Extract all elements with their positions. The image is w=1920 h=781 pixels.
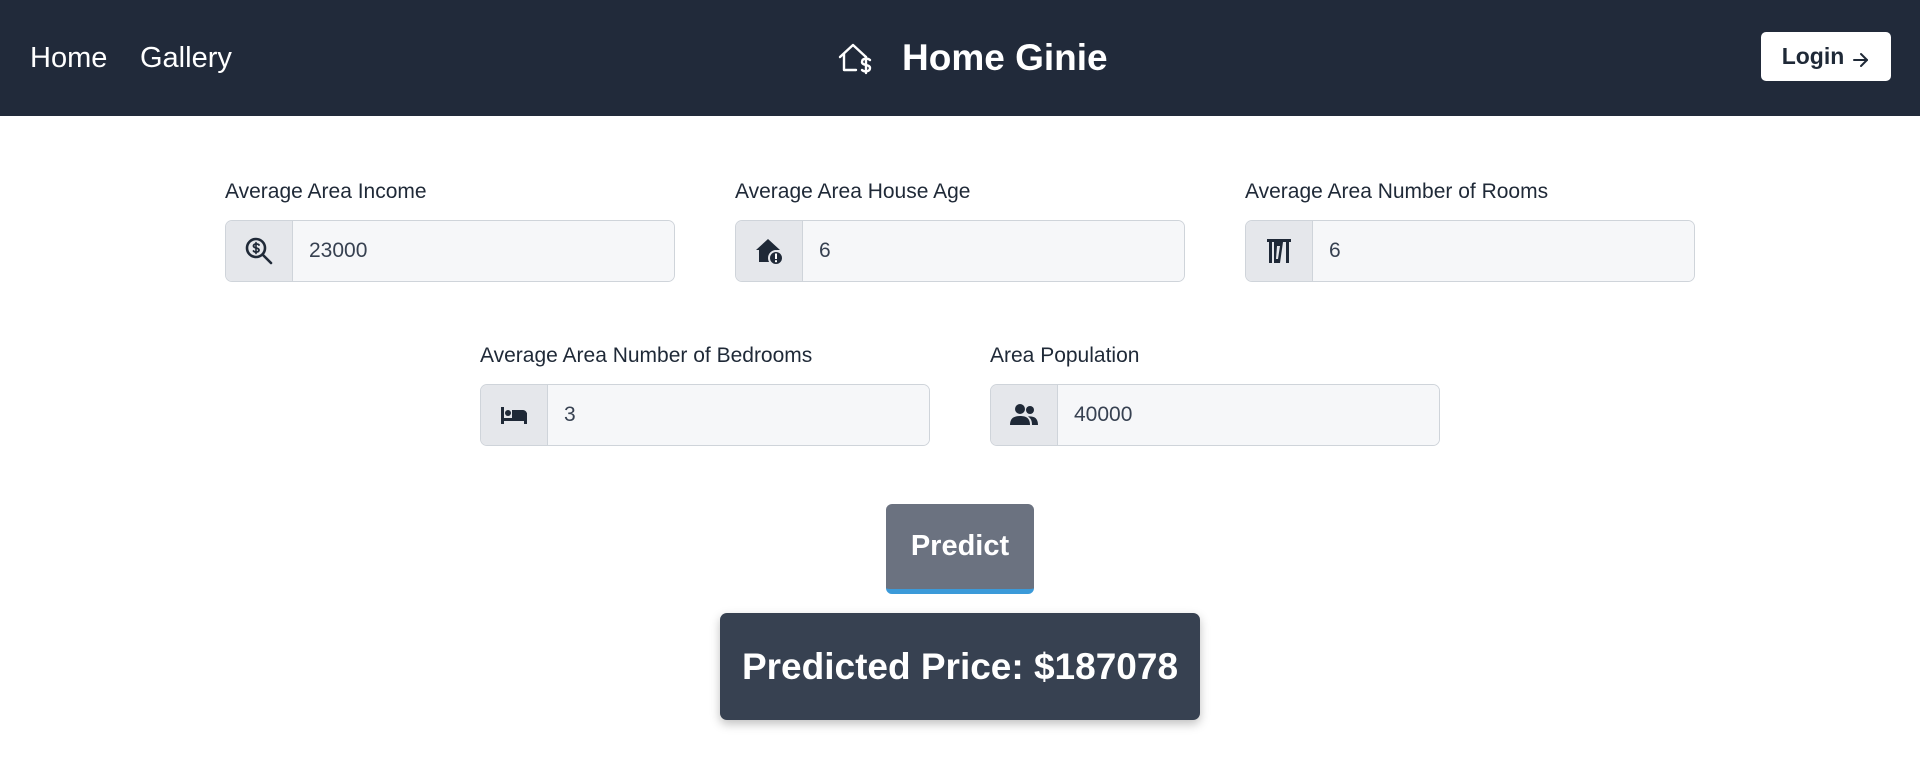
nav-link-gallery[interactable]: Gallery <box>140 38 232 78</box>
field-label: Average Area Number of Rooms <box>1245 180 1549 203</box>
nav-link-home[interactable]: Home <box>30 38 107 78</box>
input-group <box>225 220 675 282</box>
input-group <box>480 384 930 446</box>
field-average-area-income: Average Area Income <box>225 178 675 282</box>
house-alert-icon <box>736 221 803 281</box>
average-area-house-age-input[interactable] <box>803 221 1184 281</box>
field-average-area-number-of-bedrooms: Average Area Number of Bedrooms <box>480 342 930 446</box>
field-average-area-number-of-rooms: Average Area Number of Rooms <box>1245 178 1695 282</box>
input-group <box>735 220 1185 282</box>
average-area-number-of-bedrooms-input[interactable] <box>548 385 929 445</box>
field-average-area-house-age: Average Area House Age <box>735 178 1185 282</box>
search-dollar-icon <box>226 221 293 281</box>
arrow-right-icon <box>1852 48 1870 67</box>
users-icon <box>991 385 1058 445</box>
login-label: Login <box>1781 43 1845 69</box>
field-area-population: Area Population <box>990 342 1440 446</box>
predicted-price-box: Predicted Price: $187078 <box>720 613 1200 720</box>
field-label: Area Population <box>990 344 1140 367</box>
brand-title: Home Ginie <box>902 37 1108 78</box>
login-button[interactable]: Login <box>1761 32 1891 81</box>
field-label: Average Area Number of Bedrooms <box>480 344 813 367</box>
field-label: Average Area House Age <box>735 180 971 203</box>
navbar: Home Gallery Home Ginie Login <box>0 0 1920 116</box>
input-group <box>990 384 1440 446</box>
predicted-price-text: Predicted Price: $187078 <box>741 645 1179 687</box>
house-dollar-icon <box>836 39 874 77</box>
predict-button[interactable]: Predict <box>886 504 1034 594</box>
field-label: Average Area Income <box>225 180 427 203</box>
bed-icon <box>481 385 548 445</box>
input-group <box>1245 220 1695 282</box>
brand[interactable]: Home Ginie <box>836 34 1108 82</box>
door-open-icon <box>1246 221 1313 281</box>
area-population-input[interactable] <box>1058 385 1439 445</box>
average-area-number-of-rooms-input[interactable] <box>1313 221 1694 281</box>
average-area-income-input[interactable] <box>293 221 674 281</box>
